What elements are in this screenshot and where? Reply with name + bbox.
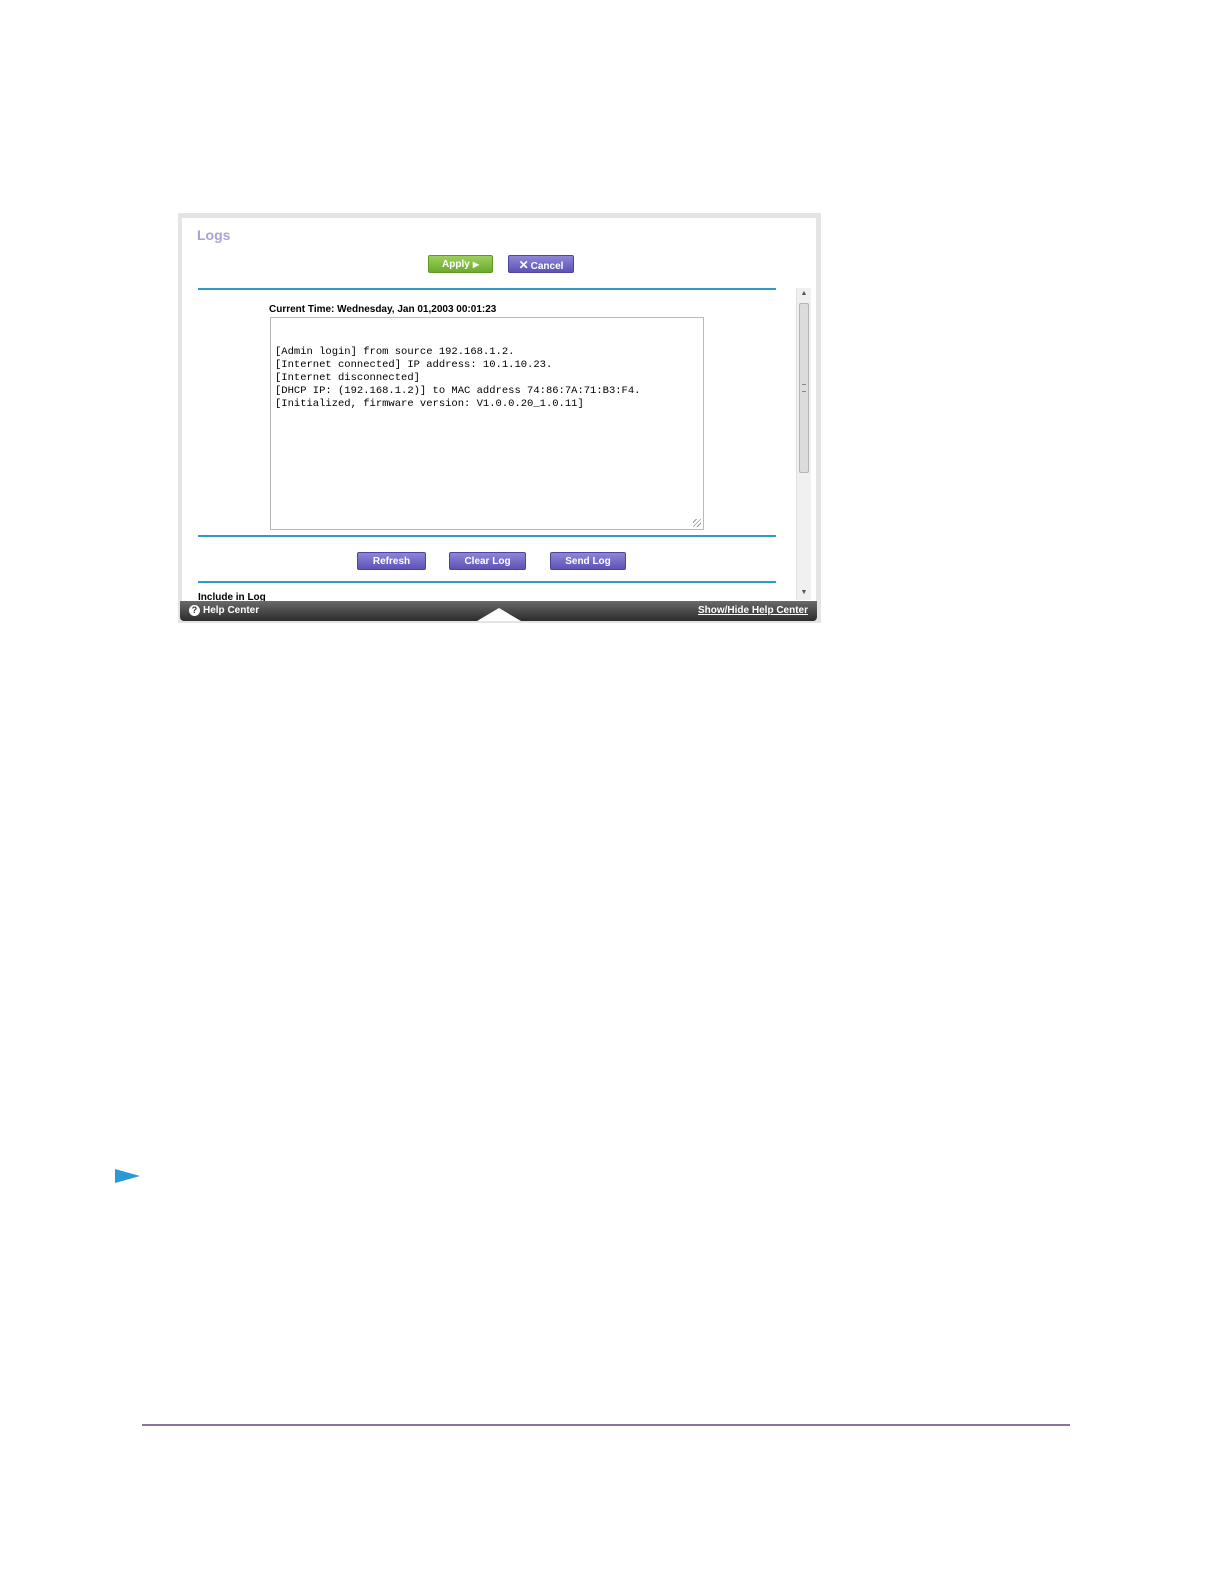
page-title: Logs (197, 227, 231, 243)
play-icon: ▶ (472, 260, 479, 269)
scroll-thumb[interactable] (799, 303, 809, 473)
log-line: [DHCP IP: (192.168.1.2)] to MAC address … (275, 385, 641, 397)
scroll-up-icon[interactable]: ▲ (797, 288, 811, 300)
send-log-button[interactable]: Send Log (550, 552, 626, 570)
include-in-log-heading: Include in Log (198, 592, 266, 601)
apply-label: Apply (442, 259, 470, 270)
help-center-bar: ? Help Center Show/Hide Help Center (180, 601, 817, 621)
thumb-grip-icon (802, 384, 806, 392)
help-center-toggle[interactable]: ? Help Center (189, 605, 259, 616)
resize-grip-icon[interactable] (693, 519, 701, 527)
router-logs-screenshot: Logs Apply ▶ ✕ Cancel Current Time: Wednes… (178, 213, 821, 623)
close-icon: ✕ (518, 258, 529, 272)
log-line: [Initialized, firmware version: V1.0.0.2… (275, 398, 584, 410)
cancel-label: Cancel (530, 261, 564, 272)
scroll-down-icon[interactable]: ▼ (797, 587, 811, 599)
logs-panel: Logs Apply ▶ ✕ Cancel Current Time: Wednes… (182, 218, 816, 601)
footer-divider (142, 1424, 1070, 1426)
cancel-button[interactable]: ✕ Cancel (508, 255, 574, 273)
log-line: [Admin login] from source 192.168.1.2. (275, 346, 515, 358)
current-time: Current Time: Wednesday, Jan 01,2003 00:… (269, 304, 497, 315)
log-textarea[interactable]: [Admin login] from source 192.168.1.2. [I… (270, 317, 704, 530)
log-line: [Internet disconnected] (275, 372, 420, 384)
refresh-button[interactable]: Refresh (357, 552, 426, 570)
divider-top (198, 288, 776, 290)
step-arrow-icon (115, 1169, 140, 1183)
show-hide-help-link[interactable]: Show/Hide Help Center (698, 605, 808, 616)
apply-button[interactable]: Apply ▶ (428, 255, 493, 273)
expand-up-icon[interactable] (477, 608, 521, 621)
question-icon: ? (189, 605, 200, 616)
clear-log-button[interactable]: Clear Log (449, 552, 526, 570)
divider-bottom (198, 581, 776, 583)
help-center-label: Help Center (203, 605, 260, 616)
page-scrollbar[interactable]: ▲ ▼ (796, 288, 811, 600)
divider-middle (198, 535, 776, 537)
log-line: [Internet connected] IP address: 10.1.10… (275, 359, 553, 371)
